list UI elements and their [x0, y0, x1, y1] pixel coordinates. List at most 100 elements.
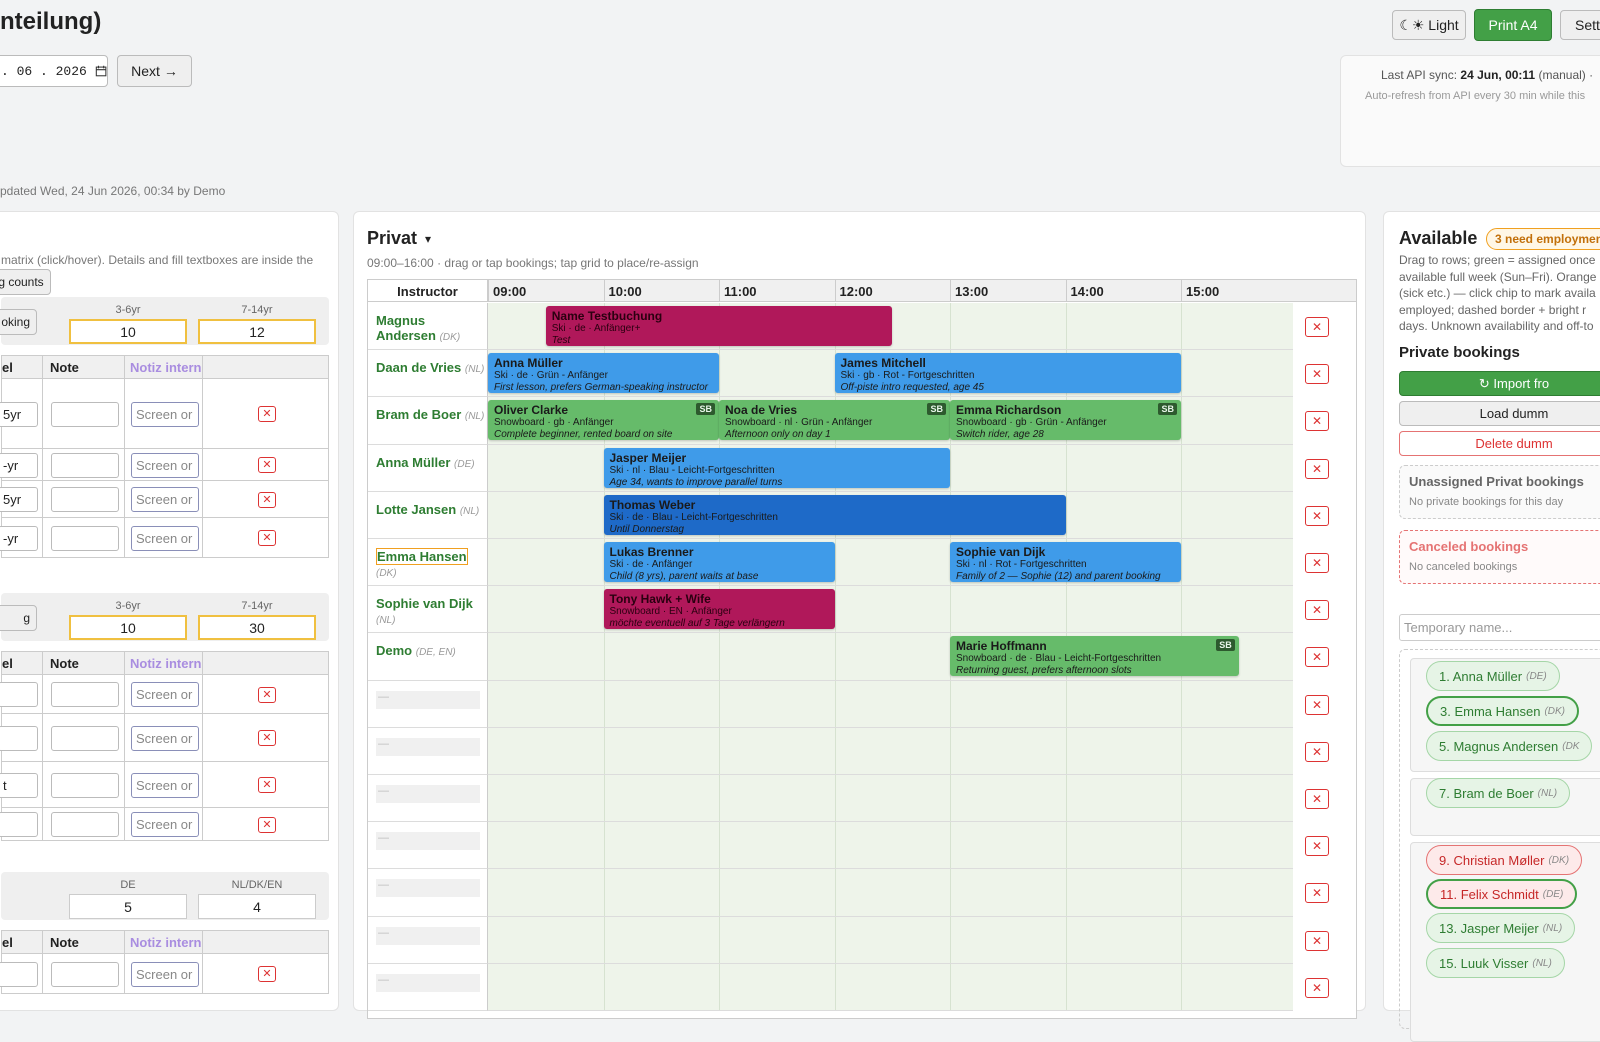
- schedule-row[interactable]: [488, 775, 1293, 823]
- booking-block[interactable]: Anna Müller Ski · de · Grün - Anfänger Fir…: [488, 353, 719, 394]
- schedule-row[interactable]: [488, 680, 1293, 728]
- notiz-input[interactable]: Screen or: [131, 453, 199, 478]
- counts-button[interactable]: g counts: [0, 269, 51, 295]
- count-input[interactable]: 30: [198, 615, 316, 640]
- remove-row-button[interactable]: ✕: [258, 530, 276, 546]
- level-input[interactable]: 5yr: [0, 487, 38, 512]
- remove-row-button[interactable]: ✕: [258, 817, 276, 833]
- schedule-grid[interactable]: Instructor 09:00 10:00 11:00 12:00 13:00 14:0…: [367, 279, 1357, 1019]
- next-day-button[interactable]: Next →: [117, 55, 192, 87]
- remove-row-button[interactable]: ✕: [258, 966, 276, 982]
- remove-row-button[interactable]: ✕: [258, 687, 276, 703]
- instructor-row-label[interactable]: —: [368, 822, 488, 870]
- level-input[interactable]: -yr: [0, 453, 38, 478]
- clear-row-button[interactable]: ✕: [1305, 505, 1329, 526]
- instructor-row-label[interactable]: Emma Hansen (DK): [368, 539, 488, 587]
- notiz-input[interactable]: Screen or: [131, 726, 199, 751]
- booking-block[interactable]: Tony Hawk + Wife Snowboard · EN · Anfänge…: [603, 589, 835, 630]
- theme-toggle-button[interactable]: ☾☀ Light: [1392, 10, 1466, 40]
- clear-row-button[interactable]: ✕: [1305, 600, 1329, 621]
- count-input[interactable]: 10: [69, 615, 187, 640]
- clear-row-button[interactable]: ✕: [1305, 977, 1329, 998]
- clear-row-button[interactable]: ✕: [1305, 647, 1329, 668]
- remove-row-button[interactable]: ✕: [258, 492, 276, 508]
- booking-block[interactable]: Sophie van Dijk Ski · nl · Rot - Fortgesc…: [950, 542, 1181, 582]
- booking-block[interactable]: Emma Richardson Snowboard · gb · Grün - A…: [950, 400, 1181, 441]
- booking-block[interactable]: Lukas Brenner Ski · de · Anfänger Child (8…: [603, 542, 835, 582]
- date-input[interactable]: . 06 . 2026: [0, 55, 108, 87]
- remove-row-button[interactable]: ✕: [258, 777, 276, 793]
- delete-dummy-button[interactable]: Delete dumm: [1399, 431, 1600, 456]
- booking-block[interactable]: James Mitchell Ski · gb · Rot - Fortgesch…: [834, 353, 1181, 394]
- employment-badge[interactable]: 3 need employmen: [1486, 228, 1600, 250]
- schedule-row[interactable]: [488, 963, 1293, 1011]
- note-input[interactable]: [51, 773, 119, 798]
- notiz-input[interactable]: Screen or: [131, 773, 199, 798]
- notiz-input[interactable]: Screen or: [131, 682, 199, 707]
- clear-row-button[interactable]: ✕: [1305, 694, 1329, 715]
- remove-row-button[interactable]: ✕: [258, 457, 276, 473]
- instructor-chip[interactable]: 1. Anna Müller (DE): [1426, 661, 1560, 691]
- note-input[interactable]: [51, 962, 119, 987]
- instructor-row-label[interactable]: —: [368, 727, 488, 775]
- note-input[interactable]: [51, 726, 119, 751]
- clear-row-button[interactable]: ✕: [1305, 411, 1329, 432]
- instructor-row-label[interactable]: Anna Müller (DE): [368, 444, 488, 492]
- schedule-row[interactable]: [488, 869, 1293, 917]
- schedule-row[interactable]: [488, 727, 1293, 775]
- instructor-chip[interactable]: 9. Christian Møller (DK): [1426, 845, 1583, 875]
- count-input[interactable]: 5: [69, 894, 187, 919]
- level-input[interactable]: 5yr: [0, 402, 38, 427]
- notiz-input[interactable]: Screen or: [131, 962, 199, 987]
- group-booking-button[interactable]: g: [0, 605, 37, 631]
- notiz-input[interactable]: Screen or: [131, 526, 199, 551]
- instructor-row-label[interactable]: Lotte Jansen (NL): [368, 491, 488, 539]
- clear-row-button[interactable]: ✕: [1305, 317, 1329, 337]
- notiz-input[interactable]: Screen or: [131, 487, 199, 512]
- schedule-title-group[interactable]: Privat ▾: [367, 228, 431, 249]
- schedule-row[interactable]: [488, 916, 1293, 964]
- instructor-chip[interactable]: 13. Jasper Meijer (NL): [1426, 913, 1576, 943]
- instructor-row-label[interactable]: Bram de Boer (NL): [368, 397, 488, 445]
- load-dummy-button[interactable]: Load dumm: [1399, 401, 1600, 426]
- clear-row-button[interactable]: ✕: [1305, 458, 1329, 479]
- level-input[interactable]: [0, 682, 38, 707]
- count-input[interactable]: 10: [69, 319, 187, 344]
- instructor-row-label[interactable]: —: [368, 869, 488, 917]
- clear-row-button[interactable]: ✕: [1305, 883, 1329, 904]
- instructor-row-label[interactable]: Magnus Andersen (DK): [368, 303, 488, 351]
- notiz-input[interactable]: Screen or: [131, 402, 199, 427]
- instructor-row-label[interactable]: —: [368, 680, 488, 728]
- note-input[interactable]: [51, 453, 119, 478]
- group-booking-button[interactable]: oking: [0, 309, 37, 335]
- instructor-chip[interactable]: 5. Magnus Andersen (DK: [1426, 731, 1593, 761]
- print-a4-button[interactable]: Print A4: [1474, 9, 1552, 41]
- booking-block[interactable]: Noa de Vries Snowboard · nl · Grün - Anfä…: [719, 400, 950, 441]
- instructor-row-label[interactable]: —: [368, 775, 488, 823]
- note-input[interactable]: [51, 812, 119, 837]
- settings-button[interactable]: Sett: [1560, 10, 1600, 40]
- booking-block[interactable]: Marie Hoffmann Snowboard · de · Blau - Le…: [950, 636, 1239, 677]
- remove-row-button[interactable]: ✕: [258, 730, 276, 746]
- remove-row-button[interactable]: ✕: [258, 406, 276, 422]
- clear-row-button[interactable]: ✕: [1305, 789, 1329, 809]
- instructor-row-label[interactable]: Sophie van Dijk (NL): [368, 586, 488, 634]
- instructor-chip[interactable]: 15. Luuk Visser (NL): [1426, 948, 1565, 978]
- booking-block[interactable]: Name Testbuchung Ski · de · Anfänger+ Test: [545, 306, 893, 346]
- instructor-row-label[interactable]: —: [368, 963, 488, 1011]
- count-input[interactable]: 4: [198, 894, 316, 919]
- booking-block[interactable]: Thomas Weber Ski · de · Blau - Leicht-For…: [603, 494, 1066, 535]
- level-input[interactable]: -yr: [0, 526, 38, 551]
- instructor-chip[interactable]: 11. Felix Schmidt (DE): [1426, 879, 1578, 909]
- level-input[interactable]: t: [0, 773, 38, 798]
- booking-block[interactable]: Oliver Clarke Snowboard · gb · Anfänger Co…: [488, 400, 719, 441]
- instructor-row-label[interactable]: Daan de Vries (NL): [368, 350, 488, 398]
- note-input[interactable]: [51, 402, 119, 427]
- instructor-chip[interactable]: 7. Bram de Boer (NL): [1426, 778, 1571, 808]
- booking-block[interactable]: Jasper Meijer Ski · nl · Blau - Leicht-Fo…: [603, 447, 950, 488]
- note-input[interactable]: [51, 682, 119, 707]
- clear-row-button[interactable]: ✕: [1305, 364, 1329, 385]
- instructor-row-label[interactable]: —: [368, 916, 488, 964]
- level-input[interactable]: [0, 812, 38, 837]
- level-input[interactable]: [0, 726, 38, 751]
